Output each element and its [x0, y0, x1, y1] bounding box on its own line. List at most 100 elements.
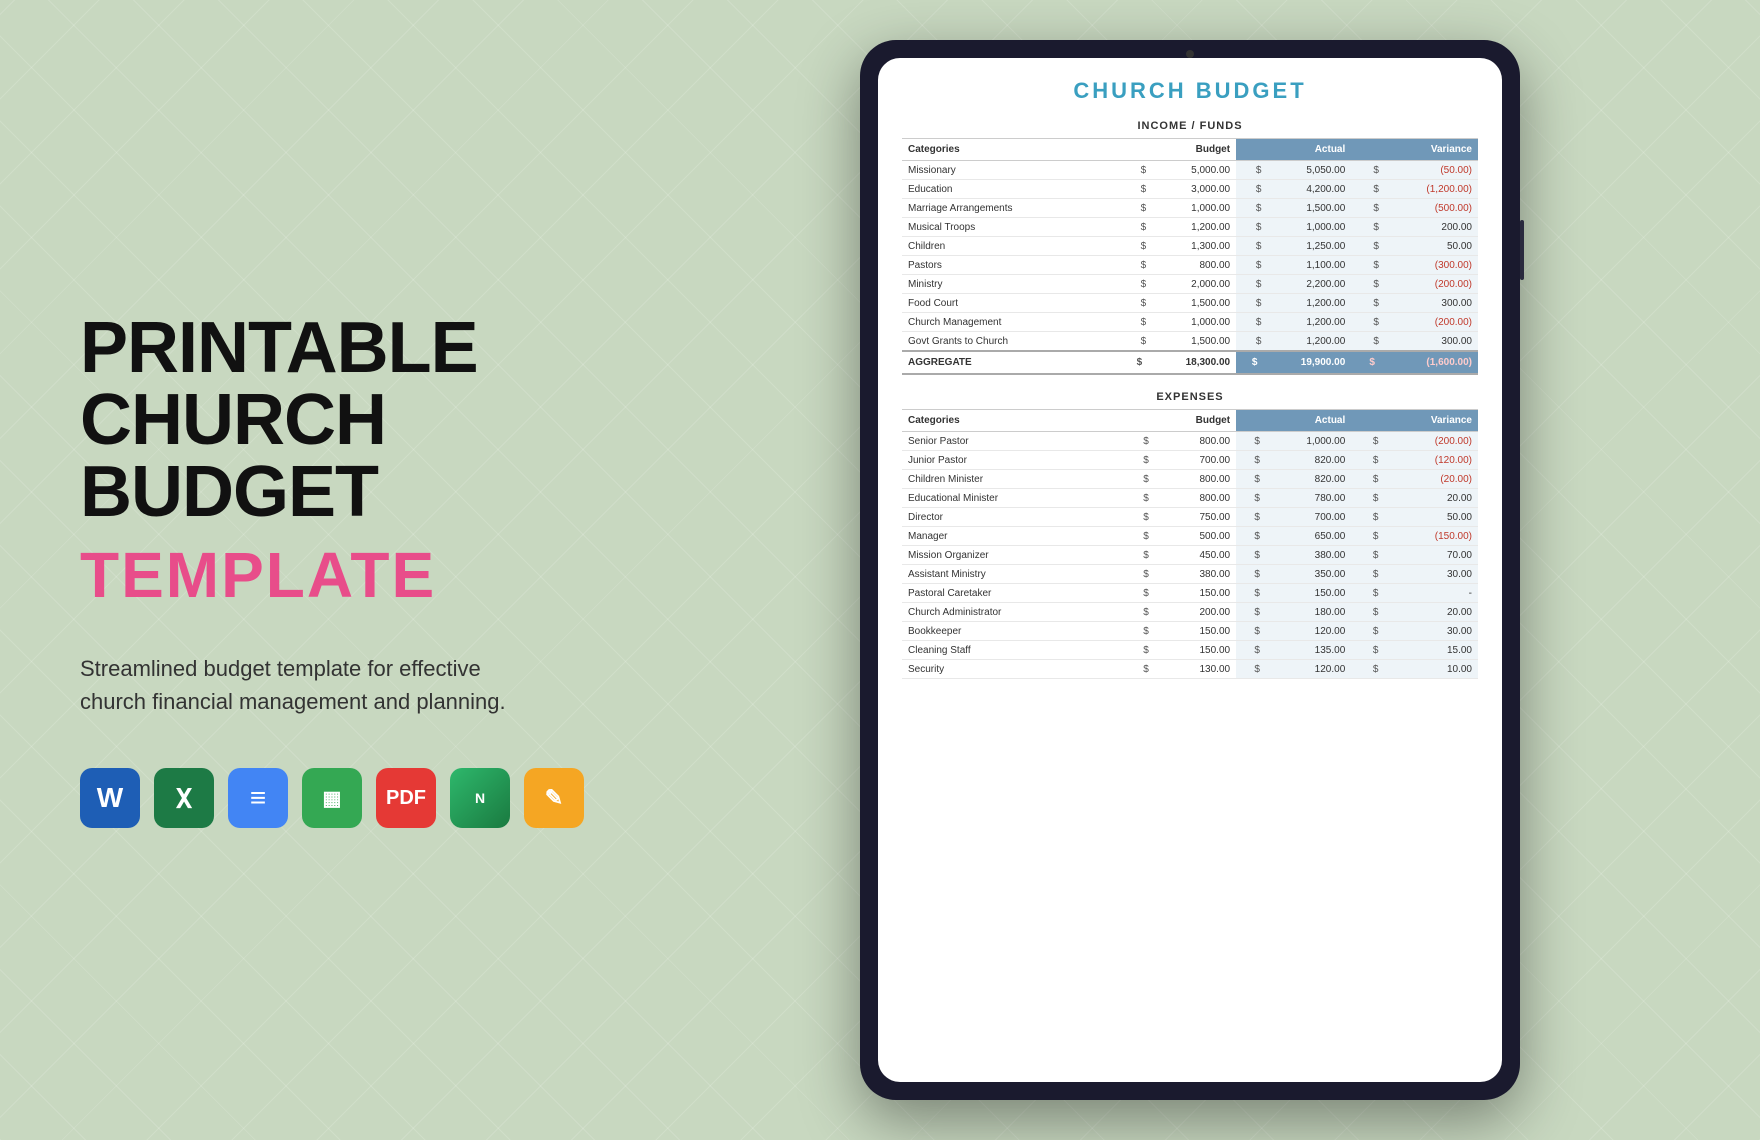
tablet-camera — [1186, 50, 1194, 58]
income-aggregate-row: AGGREGATE $ 18,300.00 $ 19,900.00 $ (1,6… — [902, 351, 1478, 374]
income-actual-dollar: $ — [1236, 313, 1263, 332]
income-col-categories: Categories — [902, 139, 1121, 161]
expenses-table-row: Senior Pastor $ 800.00 $ 1,000.00 $ (200… — [902, 432, 1478, 451]
expenses-variance-dollar: $ — [1351, 622, 1380, 641]
expenses-budget-amount: 700.00 — [1151, 451, 1236, 470]
income-variance-amount: (1,200.00) — [1381, 180, 1478, 199]
expenses-budget-dollar: $ — [1121, 508, 1151, 527]
expenses-actual-dollar: $ — [1236, 622, 1262, 641]
excel-icon: X — [154, 768, 214, 828]
expenses-cat-name: Mission Organizer — [902, 546, 1121, 565]
expenses-budget-dollar: $ — [1121, 641, 1151, 660]
expenses-table-row: Manager $ 500.00 $ 650.00 $ (150.00) — [902, 527, 1478, 546]
tablet-power-button — [1520, 220, 1524, 280]
aggregate-label: AGGREGATE — [902, 351, 1121, 374]
income-variance-amount: 300.00 — [1381, 332, 1478, 352]
template-label: TEMPLATE — [80, 538, 600, 612]
income-actual-dollar: $ — [1236, 332, 1263, 352]
expenses-variance-dollar: $ — [1351, 508, 1380, 527]
income-variance-amount: 200.00 — [1381, 218, 1478, 237]
income-cat-name: Musical Troops — [902, 218, 1121, 237]
income-budget-amount: 1,300.00 — [1148, 237, 1236, 256]
income-budget-dollar: $ — [1121, 237, 1148, 256]
expenses-variance-amount: 30.00 — [1380, 622, 1478, 641]
income-variance-amount: (500.00) — [1381, 199, 1478, 218]
expenses-budget-dollar: $ — [1121, 470, 1151, 489]
expenses-actual-dollar: $ — [1236, 489, 1262, 508]
income-variance-dollar: $ — [1351, 256, 1381, 275]
income-cat-name: Pastors — [902, 256, 1121, 275]
word-icon: W — [80, 768, 140, 828]
income-actual-dollar: $ — [1236, 199, 1263, 218]
income-budget-amount: 1,200.00 — [1148, 218, 1236, 237]
expenses-variance-amount: 20.00 — [1380, 489, 1478, 508]
expenses-actual-amount: 135.00 — [1262, 641, 1351, 660]
expenses-actual-dollar: $ — [1236, 660, 1262, 679]
expenses-table-row: Pastoral Caretaker $ 150.00 $ 150.00 $ - — [902, 584, 1478, 603]
income-cat-name: Ministry — [902, 275, 1121, 294]
income-table-row: Education $ 3,000.00 $ 4,200.00 $ (1,200… — [902, 180, 1478, 199]
income-variance-dollar: $ — [1351, 218, 1381, 237]
spreadsheet-content: CHURCH BUDGET INCOME / FUNDS Categories … — [878, 58, 1502, 1082]
income-budget-dollar: $ — [1121, 294, 1148, 313]
income-actual-dollar: $ — [1236, 237, 1263, 256]
expenses-table-row: Assistant Ministry $ 380.00 $ 350.00 $ 3… — [902, 565, 1478, 584]
aggregate-variance-amount: (1,600.00) — [1381, 351, 1478, 374]
income-variance-dollar: $ — [1351, 332, 1381, 352]
income-actual-amount: 1,500.00 — [1263, 199, 1351, 218]
income-variance-amount: (200.00) — [1381, 313, 1478, 332]
expenses-actual-dollar: $ — [1236, 546, 1262, 565]
expenses-budget-amount: 380.00 — [1151, 565, 1236, 584]
expenses-budget-dollar: $ — [1121, 432, 1151, 451]
expenses-variance-dollar: $ — [1351, 584, 1380, 603]
keynote-icon: ✎ — [524, 768, 584, 828]
expenses-variance-dollar: $ — [1351, 546, 1380, 565]
income-cat-name: Church Management — [902, 313, 1121, 332]
income-budget-dollar: $ — [1121, 161, 1148, 180]
expenses-actual-dollar: $ — [1236, 451, 1262, 470]
expenses-table-row: Mission Organizer $ 450.00 $ 380.00 $ 70… — [902, 546, 1478, 565]
expenses-table-row: Educational Minister $ 800.00 $ 780.00 $… — [902, 489, 1478, 508]
expenses-budget-amount: 750.00 — [1151, 508, 1236, 527]
expenses-variance-dollar: $ — [1351, 489, 1380, 508]
expenses-cat-name: Pastoral Caretaker — [902, 584, 1121, 603]
income-actual-amount: 5,050.00 — [1263, 161, 1351, 180]
income-cat-name: Missionary — [902, 161, 1121, 180]
income-actual-amount: 1,200.00 — [1263, 313, 1351, 332]
expenses-cat-name: Director — [902, 508, 1121, 527]
aggregate-actual-dollar: $ — [1236, 351, 1263, 374]
income-actual-amount: 1,250.00 — [1263, 237, 1351, 256]
expenses-col-actual: Actual — [1236, 410, 1351, 432]
expenses-actual-dollar: $ — [1236, 584, 1262, 603]
expenses-budget-dollar: $ — [1121, 489, 1151, 508]
expenses-budget-dollar: $ — [1121, 451, 1151, 470]
sheet-title: CHURCH BUDGET — [902, 78, 1478, 104]
expenses-variance-amount: 20.00 — [1380, 603, 1478, 622]
income-budget-dollar: $ — [1121, 275, 1148, 294]
income-budget-amount: 1,000.00 — [1148, 313, 1236, 332]
income-cat-name: Education — [902, 180, 1121, 199]
expenses-budget-dollar: $ — [1121, 527, 1151, 546]
expenses-cat-name: Assistant Ministry — [902, 565, 1121, 584]
expenses-variance-dollar: $ — [1351, 603, 1380, 622]
income-budget-amount: 5,000.00 — [1148, 161, 1236, 180]
income-cat-name: Food Court — [902, 294, 1121, 313]
income-variance-dollar: $ — [1351, 237, 1381, 256]
expenses-actual-amount: 150.00 — [1262, 584, 1351, 603]
expenses-actual-amount: 350.00 — [1262, 565, 1351, 584]
expenses-variance-dollar: $ — [1351, 527, 1380, 546]
income-col-budget: Budget — [1121, 139, 1236, 161]
main-title: PRINTABLE CHURCH BUDGET — [80, 312, 600, 528]
expenses-variance-amount: 70.00 — [1380, 546, 1478, 565]
income-variance-amount: (50.00) — [1381, 161, 1478, 180]
title-line-3: BUDGET — [80, 456, 600, 528]
expenses-variance-amount: - — [1380, 584, 1478, 603]
expenses-spacer-table — [902, 375, 1478, 391]
expenses-cat-name: Manager — [902, 527, 1121, 546]
income-actual-amount: 4,200.00 — [1263, 180, 1351, 199]
expenses-actual-amount: 820.00 — [1262, 451, 1351, 470]
income-budget-dollar: $ — [1121, 332, 1148, 352]
income-table-row: Children $ 1,300.00 $ 1,250.00 $ 50.00 — [902, 237, 1478, 256]
income-table-row: Marriage Arrangements $ 1,000.00 $ 1,500… — [902, 199, 1478, 218]
expenses-col-categories: Categories — [902, 410, 1121, 432]
